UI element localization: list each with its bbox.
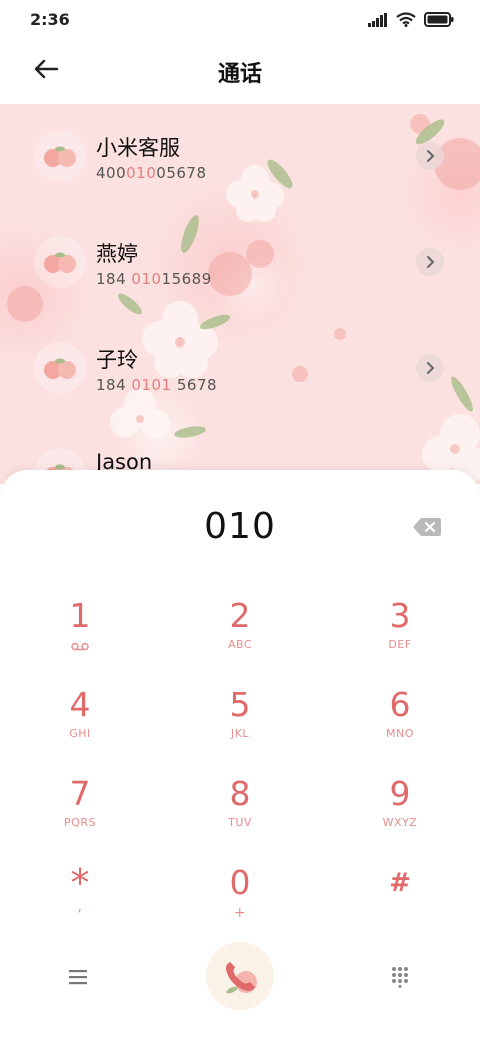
- page-title: 通话: [217, 62, 262, 87]
- battery-icon: [424, 12, 454, 27]
- contact-details-button[interactable]: [416, 248, 444, 276]
- dialpad-action-bar: [0, 940, 480, 1020]
- contact-suggestions-list[interactable]: 小米客服 40001005678 燕婷 184 01015689 子玲 184 …: [0, 104, 480, 484]
- dialpad-grid-icon: [392, 967, 408, 988]
- peach-avatar-icon: [44, 358, 76, 379]
- key-5[interactable]: 5 JKL: [180, 685, 300, 765]
- peach-avatar-icon: [44, 252, 76, 273]
- match-highlight: 010: [126, 164, 157, 182]
- chevron-right-icon: [427, 362, 435, 374]
- contact-details-button[interactable]: [416, 142, 444, 170]
- backspace-icon: [413, 518, 441, 536]
- menu-icon: [69, 970, 87, 985]
- key-3[interactable]: 3 DEF: [340, 596, 460, 676]
- menu-button[interactable]: [62, 962, 94, 992]
- contact-avatar: [34, 130, 86, 182]
- key-1[interactable]: 1: [20, 596, 140, 676]
- phone-call-icon: [226, 962, 257, 994]
- status-icons: [368, 12, 454, 27]
- dialpad-sheet: 010 1 2 ABC 3 DEF 4 GHI 5 JKL 6 MNO 7 PQ…: [0, 470, 480, 1040]
- contact-row[interactable]: 小米客服 40001005678: [0, 118, 480, 218]
- keypad-toggle-button[interactable]: [384, 962, 416, 992]
- app-header: 通话: [0, 40, 480, 104]
- status-time: 2:36: [30, 10, 70, 29]
- peach-avatar-icon: [44, 146, 76, 167]
- key-hash[interactable]: #: [340, 863, 460, 943]
- contact-avatar: [34, 236, 86, 288]
- chevron-right-icon: [427, 150, 435, 162]
- contact-number: 184 01015689: [96, 270, 212, 288]
- signal-icon: [368, 12, 387, 27]
- contact-name: 燕婷: [96, 242, 138, 266]
- status-bar: 2:36: [0, 0, 480, 40]
- key-8[interactable]: 8 TUV: [180, 774, 300, 854]
- contact-number: 40001005678: [96, 164, 207, 182]
- key-6[interactable]: 6 MNO: [340, 685, 460, 765]
- wifi-icon: [396, 12, 416, 27]
- delete-button[interactable]: [412, 516, 442, 538]
- contact-number: 184 0101 5678: [96, 376, 218, 394]
- key-7[interactable]: 7 PQRS: [20, 774, 140, 854]
- key-4[interactable]: 4 GHI: [20, 685, 140, 765]
- contact-name: 子玲: [96, 348, 138, 372]
- contact-avatar: [34, 342, 86, 394]
- dialed-number-display: 010: [204, 506, 276, 547]
- key-0[interactable]: 0 +: [180, 863, 300, 943]
- match-highlight: 010: [131, 270, 162, 288]
- key-2[interactable]: 2 ABC: [180, 596, 300, 676]
- key-star[interactable]: * ,: [20, 863, 140, 943]
- contact-details-button[interactable]: [416, 354, 444, 382]
- chevron-right-icon: [427, 256, 435, 268]
- contact-row[interactable]: 燕婷 184 01015689: [0, 224, 480, 324]
- key-9[interactable]: 9 WXYZ: [340, 774, 460, 854]
- contact-name: 小米客服: [96, 136, 180, 160]
- call-button[interactable]: [206, 942, 274, 1010]
- contact-row[interactable]: 子玲 184 0101 5678: [0, 330, 480, 430]
- match-highlight: 0101: [131, 376, 172, 394]
- voicemail-icon: [71, 642, 89, 651]
